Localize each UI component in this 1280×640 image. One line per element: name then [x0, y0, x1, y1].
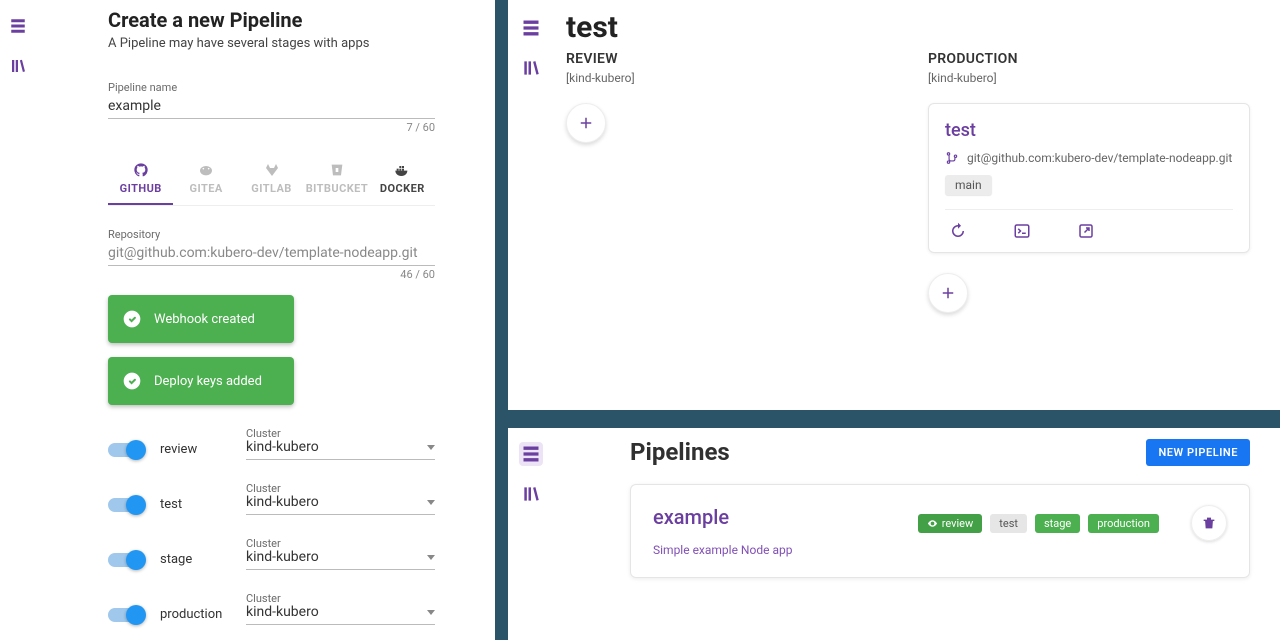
chip-stage[interactable]: stage: [1035, 514, 1080, 533]
cluster-select-review[interactable]: Cluster kind-kubero: [246, 439, 435, 460]
nav-pipelines[interactable]: [6, 14, 30, 38]
cluster-select-test[interactable]: Cluster kind-kubero: [246, 494, 435, 515]
stage-label: test: [160, 497, 228, 512]
stage-label: production: [160, 607, 228, 622]
column-production: PRODUCTION [kind-kubero] test git@github…: [928, 51, 1250, 313]
cluster-select-production[interactable]: Cluster kind-kubero: [246, 604, 435, 625]
app-actions: [945, 209, 1233, 252]
tab-docker[interactable]: DOCKER: [370, 162, 435, 205]
repo-input[interactable]: [108, 241, 435, 266]
docker-icon: [393, 162, 411, 178]
chip-review[interactable]: review: [918, 514, 983, 533]
redeploy-icon[interactable]: [949, 222, 967, 240]
page-title: Create a new Pipeline: [108, 8, 435, 32]
repo-counter: 46 / 60: [108, 268, 435, 281]
stage-title: PRODUCTION: [928, 51, 1250, 67]
stage-row-test: test Cluster kind-kubero: [108, 494, 435, 515]
eye-icon: [927, 518, 938, 529]
pipeline-name[interactable]: example: [653, 505, 792, 529]
pipeline-name-label: Pipeline name: [108, 81, 435, 94]
stage-cluster: [kind-kubero]: [566, 71, 888, 85]
nav-library[interactable]: [519, 482, 543, 506]
sidebar: [508, 0, 554, 410]
check-circle-icon: [122, 371, 142, 391]
create-pipeline-panel: Create a new Pipeline A Pipeline may hav…: [0, 0, 495, 640]
gitea-icon: [197, 162, 215, 178]
delete-pipeline-button[interactable]: [1191, 505, 1227, 541]
chevron-down-icon: [427, 555, 435, 560]
new-pipeline-button[interactable]: NEW PIPELINE: [1146, 439, 1250, 466]
toggle-production[interactable]: [108, 608, 142, 622]
nav-pipelines[interactable]: [519, 16, 543, 40]
page-title: Pipelines: [630, 438, 730, 466]
add-app-button[interactable]: [928, 273, 968, 313]
stage-row-production: production Cluster kind-kubero: [108, 604, 435, 625]
pipeline-card: example Simple example Node app review t…: [630, 484, 1250, 578]
open-icon[interactable]: [1077, 222, 1095, 240]
repo-label: Repository: [108, 228, 435, 241]
tab-gitea[interactable]: GITEA: [173, 162, 238, 205]
terminal-icon[interactable]: [1013, 222, 1031, 240]
cluster-select-stage[interactable]: Cluster kind-kubero: [246, 549, 435, 570]
stage-title: REVIEW: [566, 51, 888, 67]
pipelines-list-panel: Pipelines NEW PIPELINE example Simple ex…: [508, 428, 1280, 640]
github-icon: [132, 162, 150, 178]
check-circle-icon: [122, 309, 142, 329]
stage-label: stage: [160, 552, 228, 567]
branch-icon: [945, 151, 959, 165]
nav-library[interactable]: [519, 56, 543, 80]
alert-webhook: Webhook created: [108, 295, 294, 343]
app-name[interactable]: test: [945, 120, 1233, 141]
pipeline-description: Simple example Node app: [653, 543, 792, 557]
app-repo: git@github.com:kubero-dev/template-nodea…: [945, 151, 1233, 165]
pipeline-title: test: [566, 10, 1250, 45]
toggle-test[interactable]: [108, 498, 142, 512]
stage-cluster: [kind-kubero]: [928, 71, 1250, 85]
pipeline-name-counter: 7 / 60: [108, 121, 435, 134]
toggle-review[interactable]: [108, 443, 142, 457]
chip-test[interactable]: test: [990, 514, 1027, 533]
alert-deploykeys: Deploy keys added: [108, 357, 294, 405]
stage-row-stage: stage Cluster kind-kubero: [108, 549, 435, 570]
chip-production[interactable]: production: [1088, 514, 1159, 533]
sidebar: [0, 0, 36, 640]
tab-gitlab[interactable]: GITLAB: [239, 162, 304, 205]
add-app-button[interactable]: [566, 103, 606, 143]
nav-library[interactable]: [6, 54, 30, 78]
provider-tabs: GITHUB GITEA GITLAB BITBUCKET DOCKER: [108, 162, 435, 206]
tab-bitbucket[interactable]: BITBUCKET: [304, 162, 369, 205]
page-subtitle: A Pipeline may have several stages with …: [108, 36, 435, 51]
pipeline-board-panel: test REVIEW [kind-kubero] PRODUCTION [ki…: [508, 0, 1280, 410]
nav-pipelines[interactable]: [519, 442, 543, 466]
gitlab-icon: [263, 162, 281, 178]
stage-label: review: [160, 442, 228, 457]
tab-github[interactable]: GITHUB: [108, 162, 173, 205]
pipeline-name-input[interactable]: [108, 94, 435, 119]
toggle-stage[interactable]: [108, 553, 142, 567]
column-review: REVIEW [kind-kubero]: [566, 51, 888, 313]
sidebar: [508, 428, 554, 640]
branch-chip: main: [945, 175, 992, 195]
app-card: test git@github.com:kubero-dev/template-…: [928, 103, 1250, 253]
chevron-down-icon: [427, 610, 435, 615]
stage-row-review: review Cluster kind-kubero: [108, 439, 435, 460]
chevron-down-icon: [427, 500, 435, 505]
chevron-down-icon: [427, 445, 435, 450]
bitbucket-icon: [328, 162, 346, 178]
